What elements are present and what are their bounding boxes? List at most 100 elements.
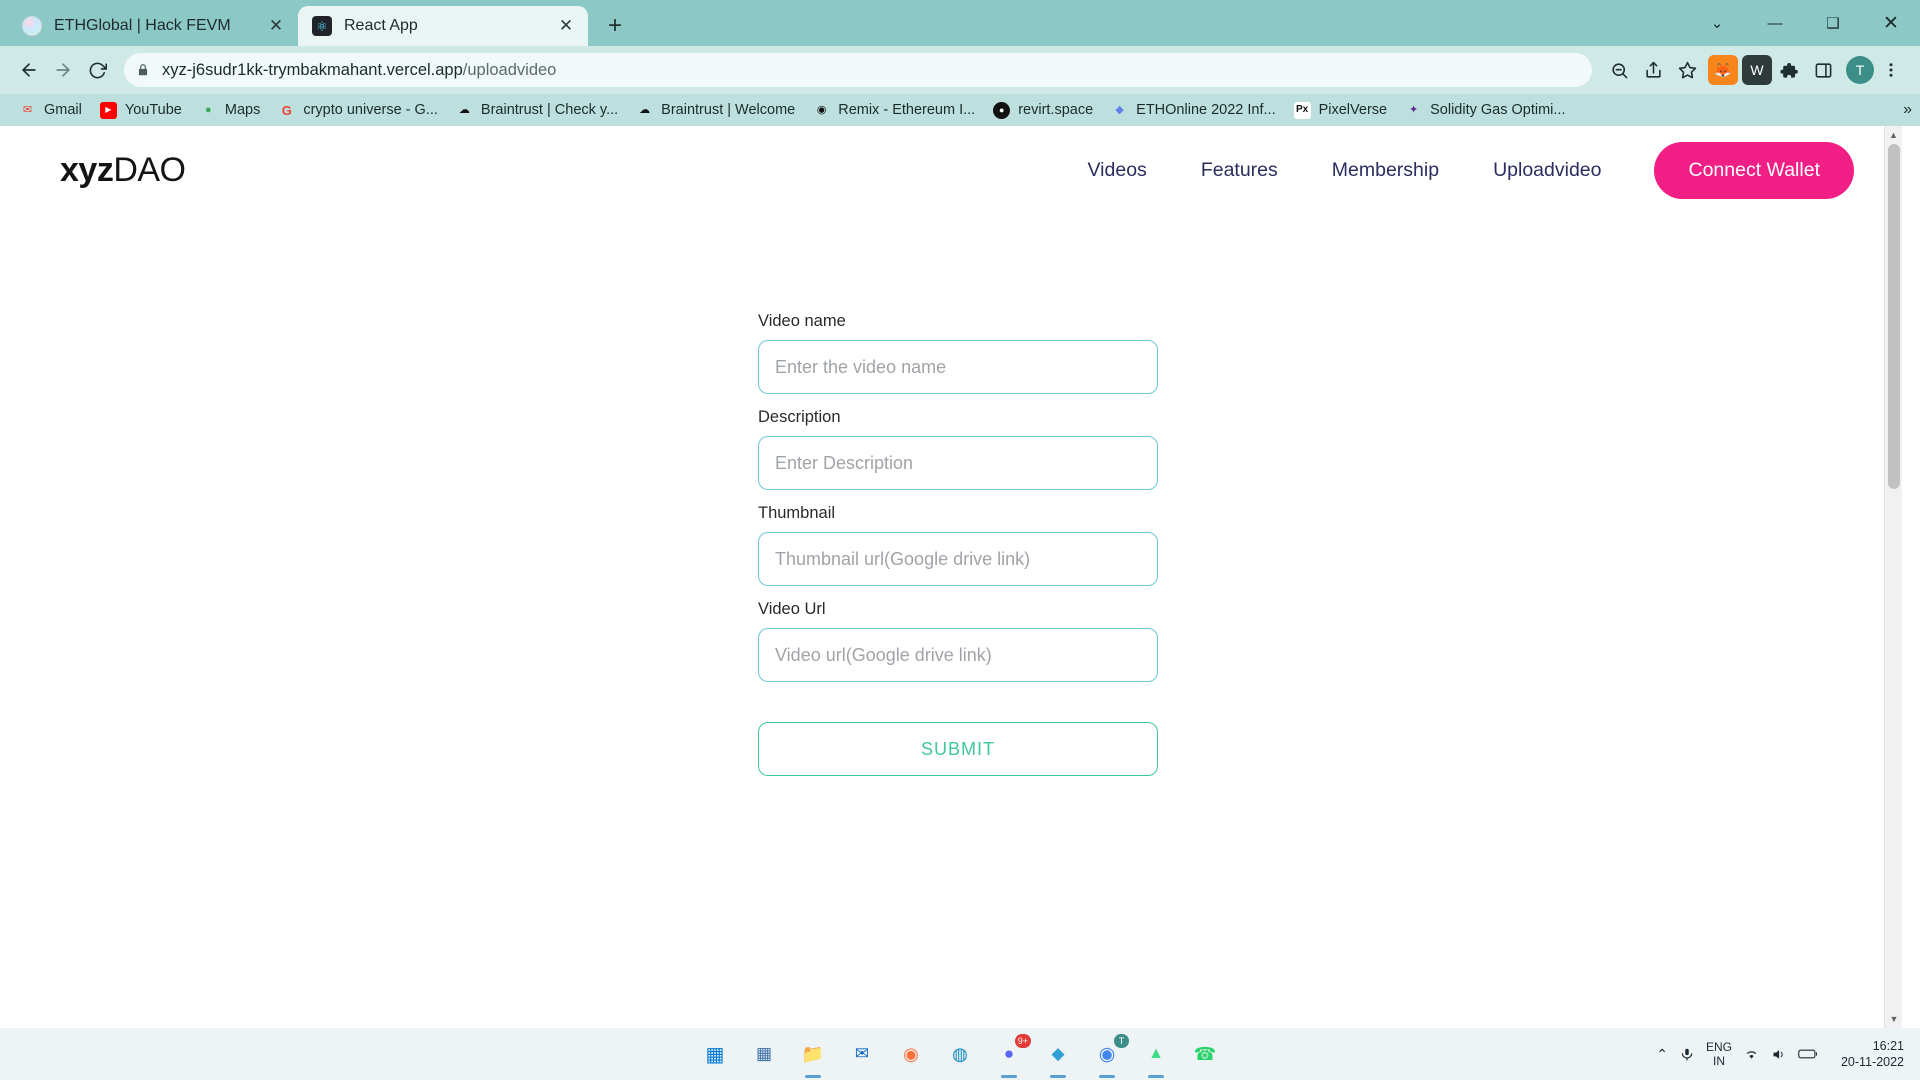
bookmark-label: Maps [225,102,260,118]
browser-tab-react-app[interactable]: ⚛ React App ✕ [298,6,588,46]
braintrust-icon: ☁ [456,102,473,119]
url-path: /uploadvideo [463,61,557,79]
firefox-icon[interactable]: ◉ [896,1039,926,1069]
scroll-up-arrow-icon[interactable]: ▲ [1885,126,1902,144]
url-text: xyz-j6sudr1kk-trymbakmahant.vercel.app/u… [162,61,556,80]
youtube-icon: ▶ [100,102,117,119]
whatsapp-icon[interactable]: ☎ [1190,1039,1220,1069]
mic-icon[interactable] [1680,1047,1694,1061]
file-explorer-icon[interactable]: 📁 [798,1039,828,1069]
menu-kebab-icon[interactable] [1874,53,1908,87]
extension-w-icon[interactable]: W [1742,55,1772,85]
bookmark-label: Braintrust | Welcome [661,102,795,118]
android-studio-icon[interactable]: ▲ [1141,1039,1171,1069]
submit-button[interactable]: SUBMIT [758,722,1158,776]
nav-item-videos[interactable]: Videos [1061,159,1174,182]
extensions-puzzle-icon[interactable] [1772,53,1806,87]
vscode-icon[interactable]: ◆ [1043,1039,1073,1069]
bookmark-braintrust-check[interactable]: ☁ Braintrust | Check y... [447,97,627,123]
zoom-out-icon[interactable] [1602,53,1636,87]
tab-search-chevron-icon[interactable]: ⌄ [1688,0,1746,46]
bookmark-remix[interactable]: ◉ Remix - Ethereum I... [804,97,984,123]
page-scrollbar[interactable]: ▲ ▼ [1884,126,1902,1028]
wifi-icon[interactable] [1744,1047,1759,1062]
nav-item-uploadvideo[interactable]: Uploadvideo [1466,159,1628,182]
react-icon: ⚛ [312,16,332,36]
nav-item-membership[interactable]: Membership [1305,159,1466,182]
bookmark-braintrust-welcome[interactable]: ☁ Braintrust | Welcome [627,97,804,123]
new-tab-button[interactable]: + [598,9,632,43]
address-bar[interactable]: xyz-j6sudr1kk-trymbakmahant.vercel.app/u… [124,53,1592,87]
scroll-down-arrow-icon[interactable]: ▼ [1885,1010,1903,1028]
clock-date: 20-11-2022 [1830,1054,1904,1070]
metamask-icon[interactable]: 🦊 [1708,55,1738,85]
bookmark-solidity-gas[interactable]: ✦ Solidity Gas Optimi... [1396,97,1574,123]
browser-toolbar: xyz-j6sudr1kk-trymbakmahant.vercel.app/u… [0,46,1920,94]
close-icon[interactable]: ✕ [554,14,578,38]
bookmark-ethonline-2022[interactable]: ◆ ETHOnline 2022 Inf... [1102,97,1284,123]
bookmark-crypto-universe[interactable]: G crypto universe - G... [269,97,447,123]
page-viewport: xyzDAO Videos Features Membership Upload… [0,126,1920,1028]
bookmark-pixelverse[interactable]: Px PixelVerse [1285,97,1397,123]
close-window-button[interactable]: ✕ [1862,0,1920,46]
language-indicator[interactable]: ENG IN [1706,1040,1732,1068]
bookmark-label: Braintrust | Check y... [481,102,618,118]
bookmark-gmail[interactable]: ✉ Gmail [10,97,91,123]
bookmark-label: Solidity Gas Optimi... [1430,102,1565,118]
video-url-input[interactable] [758,628,1158,682]
field-description: Description [758,408,1158,490]
logo-bold: xyz [60,151,113,189]
thumbnail-input[interactable] [758,532,1158,586]
description-input[interactable] [758,436,1158,490]
browser-window: ETHGlobal | Hack FEVM ✕ ⚛ React App ✕ + … [0,0,1920,1028]
mail-icon[interactable]: ✉ [847,1039,877,1069]
discord-icon[interactable]: ●9+ [994,1039,1024,1069]
battery-icon[interactable] [1798,1048,1818,1060]
side-panel-icon[interactable] [1806,53,1840,87]
scrollbar-thumb[interactable] [1888,144,1900,489]
language-line-2: IN [1706,1054,1732,1068]
back-arrow-icon[interactable] [12,53,46,87]
maximize-button[interactable]: ❑ [1804,0,1862,46]
field-label: Video name [758,312,1158,331]
bookmark-label: PixelVerse [1319,102,1388,118]
reload-icon[interactable] [80,53,114,87]
bookmark-maps[interactable]: ● Maps [191,97,269,123]
bookmarks-bar: ✉ Gmail ▶ YouTube ● Maps G crypto univer… [0,94,1920,126]
bookmark-youtube[interactable]: ▶ YouTube [91,97,191,123]
share-icon[interactable] [1636,53,1670,87]
profile-avatar[interactable]: T [1846,56,1874,84]
tab-strip: ETHGlobal | Hack FEVM ✕ ⚛ React App ✕ + … [0,0,1920,46]
braintrust-icon: ☁ [636,102,653,119]
video-name-input[interactable] [758,340,1158,394]
bookmark-star-icon[interactable] [1670,53,1704,87]
bookmark-revirt-space[interactable]: ● revirt.space [984,97,1102,123]
tray-chevron-up-icon[interactable]: ⌃ [1656,1046,1668,1063]
window-controls: ⌄ — ❑ ✕ [1688,0,1920,46]
field-label: Thumbnail [758,504,1158,523]
start-windows-icon[interactable]: ▦ [700,1039,730,1069]
connect-wallet-button[interactable]: Connect Wallet [1654,142,1854,199]
main-navigation: Videos Features Membership Uploadvideo C… [1061,142,1854,199]
nav-item-features[interactable]: Features [1174,159,1305,182]
browser-tab-ethglobal[interactable]: ETHGlobal | Hack FEVM ✕ [8,6,298,46]
web-page: xyzDAO Videos Features Membership Upload… [0,126,1902,1028]
google-chrome-icon[interactable]: ◉T [1092,1039,1122,1069]
lock-icon [136,63,150,77]
minimize-button[interactable]: — [1746,0,1804,46]
pixelverse-icon: Px [1294,102,1311,119]
close-icon[interactable]: ✕ [264,14,288,38]
microsoft-edge-icon[interactable]: ◍ [945,1039,975,1069]
forward-arrow-icon[interactable] [46,53,80,87]
taskbar-clock[interactable]: 16:21 20-11-2022 [1830,1038,1904,1070]
field-label: Video Url [758,600,1158,619]
bookmark-label: revirt.space [1018,102,1093,118]
site-logo[interactable]: xyzDAO [60,151,186,190]
google-maps-icon: ● [200,102,217,119]
bookmark-label: ETHOnline 2022 Inf... [1136,102,1275,118]
volume-icon[interactable] [1771,1047,1786,1062]
bookmark-label: YouTube [125,102,182,118]
field-thumbnail: Thumbnail [758,504,1158,586]
widgets-icon[interactable]: ▦ [749,1039,779,1069]
bookmarks-overflow-button[interactable]: » [1903,101,1912,119]
